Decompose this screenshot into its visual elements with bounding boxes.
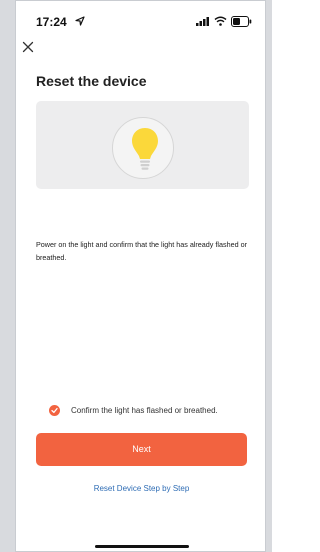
phone-screen: 17:24 Reset the device Power on the ligh…	[15, 0, 266, 552]
close-icon[interactable]	[22, 41, 34, 53]
reset-illustration	[36, 101, 249, 189]
instruction-text: Power on the light and confirm that the …	[36, 240, 247, 262]
page-title: Reset the device	[36, 73, 147, 89]
status-time: 17:24	[36, 15, 67, 29]
bulb-circle	[112, 117, 174, 179]
next-button[interactable]: Next	[36, 433, 247, 466]
location-arrow-icon	[75, 16, 85, 26]
wifi-icon	[214, 16, 227, 26]
status-bar: 17:24	[16, 1, 265, 31]
cellular-signal-icon	[196, 17, 209, 26]
home-indicator	[95, 545, 189, 548]
check-icon[interactable]	[49, 405, 60, 416]
light-bulb-icon	[132, 128, 158, 170]
battery-icon	[231, 16, 252, 27]
device-frame: 17:24 Reset the device Power on the ligh…	[0, 0, 272, 552]
confirm-label: Confirm the light has flashed or breathe…	[71, 406, 218, 415]
reset-device-step-link[interactable]: Reset Device Step by Step	[36, 484, 247, 493]
